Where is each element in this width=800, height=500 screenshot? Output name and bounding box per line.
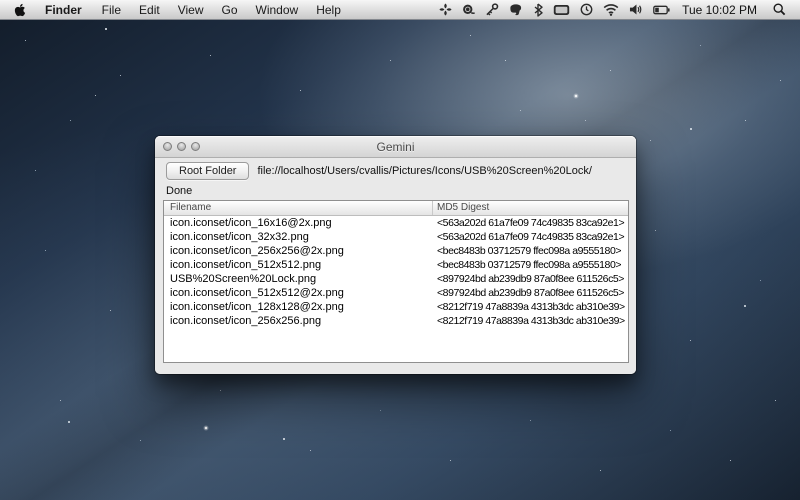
display-icon[interactable] xyxy=(548,0,575,19)
menu-item[interactable]: Go xyxy=(213,0,247,19)
volume-icon[interactable] xyxy=(624,0,648,19)
table-row[interactable]: icon.iconset/icon_16x16@2x.png <563a202d… xyxy=(164,216,628,230)
cell-md5: <897924bd ab239db9 87a0f8ee 611526c5> xyxy=(433,272,628,286)
cell-filename: icon.iconset/icon_16x16@2x.png xyxy=(164,216,433,230)
table-row[interactable]: icon.iconset/icon_128x128@2x.png <8212f7… xyxy=(164,300,628,314)
cell-md5: <8212f719 47a8839a 4313b3dc ab310e39> xyxy=(433,314,628,328)
wifi-icon[interactable] xyxy=(598,0,624,19)
cell-filename: USB%20Screen%20Lock.png xyxy=(164,272,433,286)
menu-item[interactable]: View xyxy=(169,0,213,19)
menu-bar-clock[interactable]: Tue 10:02 PM xyxy=(675,3,765,17)
key-icon[interactable] xyxy=(480,0,504,19)
menu-item[interactable]: Window xyxy=(247,0,308,19)
window-content: Root Folder file://localhost/Users/cvall… xyxy=(155,158,636,374)
column-header-filename[interactable]: Filename xyxy=(164,201,433,215)
menu-item[interactable]: Edit xyxy=(130,0,169,19)
snail-icon[interactable] xyxy=(457,0,480,19)
toolbar: Root Folder file://localhost/Users/cvall… xyxy=(166,162,626,180)
cell-filename: icon.iconset/icon_512x512.png xyxy=(164,258,433,272)
bright-star-glow xyxy=(203,425,209,431)
results-table: Filename MD5 Digest icon.iconset/icon_16… xyxy=(163,200,629,363)
table-body: icon.iconset/icon_16x16@2x.png <563a202d… xyxy=(164,216,628,362)
battery-icon[interactable] xyxy=(648,0,675,19)
cell-filename: icon.iconset/icon_256x256@2x.png xyxy=(164,244,433,258)
root-folder-path: file://localhost/Users/cvallis/Pictures/… xyxy=(257,165,591,177)
column-header-md5[interactable]: MD5 Digest xyxy=(433,201,628,215)
menu-item[interactable]: Finder xyxy=(36,0,93,19)
cell-md5: <563a202d 61a7fe09 74c49835 83ca92e1> xyxy=(433,216,628,230)
root-folder-button[interactable]: Root Folder xyxy=(166,162,249,180)
cell-filename: icon.iconset/icon_128x128@2x.png xyxy=(164,300,433,314)
apple-icon xyxy=(14,3,26,17)
table-header: Filename MD5 Digest xyxy=(164,201,628,216)
bright-star-glow xyxy=(573,93,579,99)
menu-item[interactable]: Help xyxy=(307,0,350,19)
cell-md5: <bec8483b 03712579 ffec098a a9555180> xyxy=(433,258,628,272)
table-row[interactable]: icon.iconset/icon_256x256@2x.png <bec848… xyxy=(164,244,628,258)
table-row[interactable]: icon.iconset/icon_256x256.png <8212f719 … xyxy=(164,314,628,328)
table-row[interactable]: icon.iconset/icon_32x32.png <563a202d 61… xyxy=(164,230,628,244)
cell-md5: <8212f719 47a8839a 4313b3dc ab310e39> xyxy=(433,300,628,314)
window-title: Gemini xyxy=(155,140,636,154)
cell-filename: icon.iconset/icon_512x512@2x.png xyxy=(164,286,433,300)
table-row[interactable]: icon.iconset/icon_512x512.png <bec8483b … xyxy=(164,258,628,272)
bluetooth-icon[interactable] xyxy=(528,0,548,19)
table-row[interactable]: icon.iconset/icon_512x512@2x.png <897924… xyxy=(164,286,628,300)
apple-menu[interactable] xyxy=(0,0,36,19)
menu-item[interactable]: File xyxy=(93,0,130,19)
spotlight-icon[interactable] xyxy=(765,0,800,19)
cell-md5: <bec8483b 03712579 ffec098a a9555180> xyxy=(433,244,628,258)
clock-dial-icon[interactable] xyxy=(575,0,598,19)
table-row[interactable]: USB%20Screen%20Lock.png <897924bd ab239d… xyxy=(164,272,628,286)
menu-bar: FinderFileEditViewGoWindowHelp xyxy=(0,0,800,20)
gemini-window: Gemini Root Folder file://localhost/User… xyxy=(155,136,636,374)
cell-filename: icon.iconset/icon_32x32.png xyxy=(164,230,433,244)
cell-filename: icon.iconset/icon_256x256.png xyxy=(164,314,433,328)
claws-icon[interactable] xyxy=(434,0,457,19)
screen: FinderFileEditViewGoWindowHelp xyxy=(0,0,800,500)
app-menus: FinderFileEditViewGoWindowHelp xyxy=(36,0,350,19)
window-titlebar[interactable]: Gemini xyxy=(155,136,636,158)
cell-md5: <563a202d 61a7fe09 74c49835 83ca92e1> xyxy=(433,230,628,244)
menu-bar-extras: Tue 10:02 PM xyxy=(434,0,800,19)
cell-md5: <897924bd ab239db9 87a0f8ee 611526c5> xyxy=(433,286,628,300)
status-label: Done xyxy=(166,185,625,197)
elephant-icon[interactable] xyxy=(504,0,528,19)
